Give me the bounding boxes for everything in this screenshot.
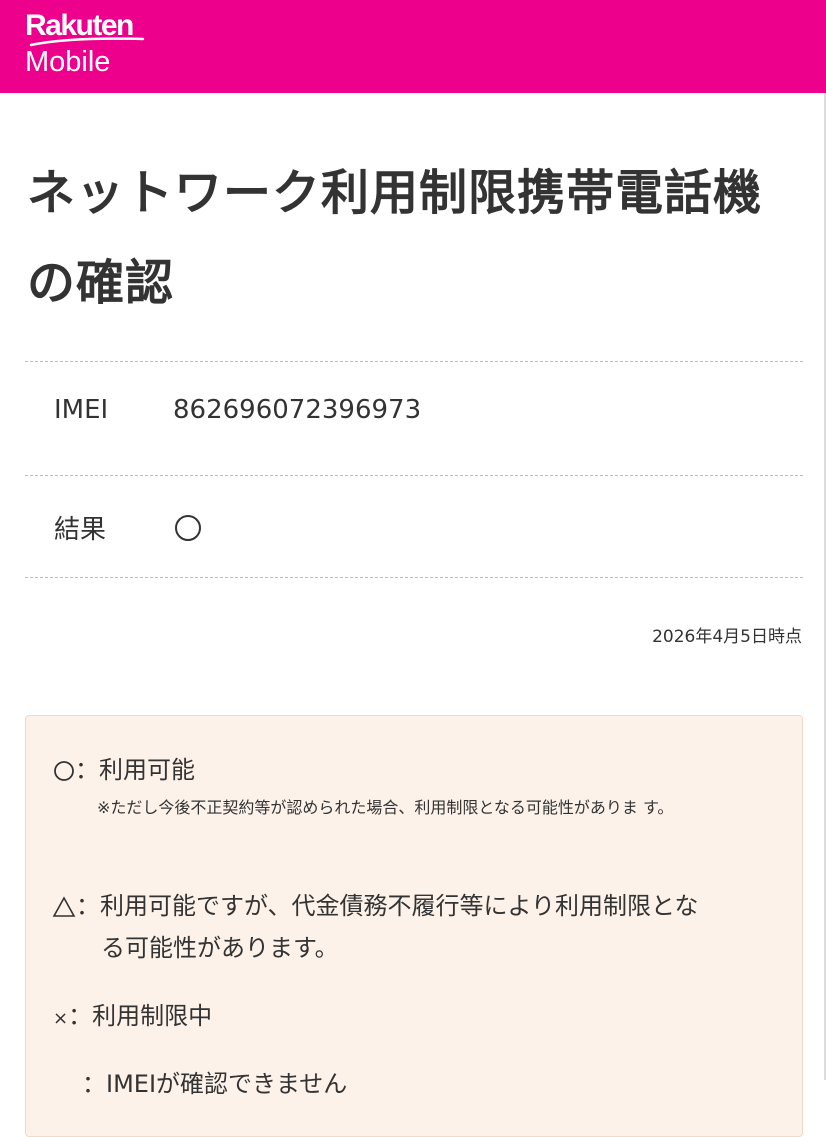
- legend-unknown-label: ：IMEIが確認できません: [82, 1070, 348, 1098]
- legend-box: ：利用可能 ※ただし今後不正契約等が認められた場合、利用制限となる可能性がありま…: [25, 715, 803, 1137]
- imei-label: IMEI: [54, 395, 109, 425]
- rakuten-mobile-logo[interactable]: Rakuten Mobile: [25, 8, 145, 80]
- legend-available-label: ：利用可能: [75, 756, 195, 784]
- result-circle-icon: [175, 515, 201, 541]
- legend-unknown: ：IMEIが確認できません: [82, 1064, 347, 1099]
- logo-mobile-text: Mobile: [25, 46, 111, 78]
- timestamp: 2026年4月5日時点: [652, 627, 802, 647]
- triangle-mark-icon: [52, 896, 76, 917]
- legend-cross-label: ：利用制限中: [68, 1002, 213, 1030]
- imei-value: 862696072396973: [173, 395, 422, 425]
- divider: [25, 475, 803, 476]
- divider: [25, 361, 803, 362]
- circle-mark-icon: [54, 761, 74, 781]
- legend-triangle: ：利用可能ですが、代金債務不履行等により利用制限とな: [52, 886, 698, 921]
- divider: [25, 577, 803, 578]
- legend-triangle-line2: る可能性があります。: [101, 934, 339, 962]
- legend-available-note: ※ただし今後不正契約等が認められた場合、利用制限となる可能性がありま す。: [97, 798, 674, 817]
- legend-triangle-line1: ：利用可能ですが、代金債務不履行等により利用制限とな: [76, 892, 699, 920]
- legend-cross: ×：利用制限中: [53, 996, 212, 1031]
- logo-swoosh-icon: [29, 37, 145, 47]
- result-label: 結果: [54, 515, 107, 545]
- header-bar: Rakuten Mobile: [0, 0, 826, 93]
- cross-mark-icon: ×: [53, 1008, 69, 1029]
- legend-available: ：利用可能: [53, 750, 195, 785]
- page-title: ネットワーク利用制限携帯電話機の確認: [27, 165, 763, 311]
